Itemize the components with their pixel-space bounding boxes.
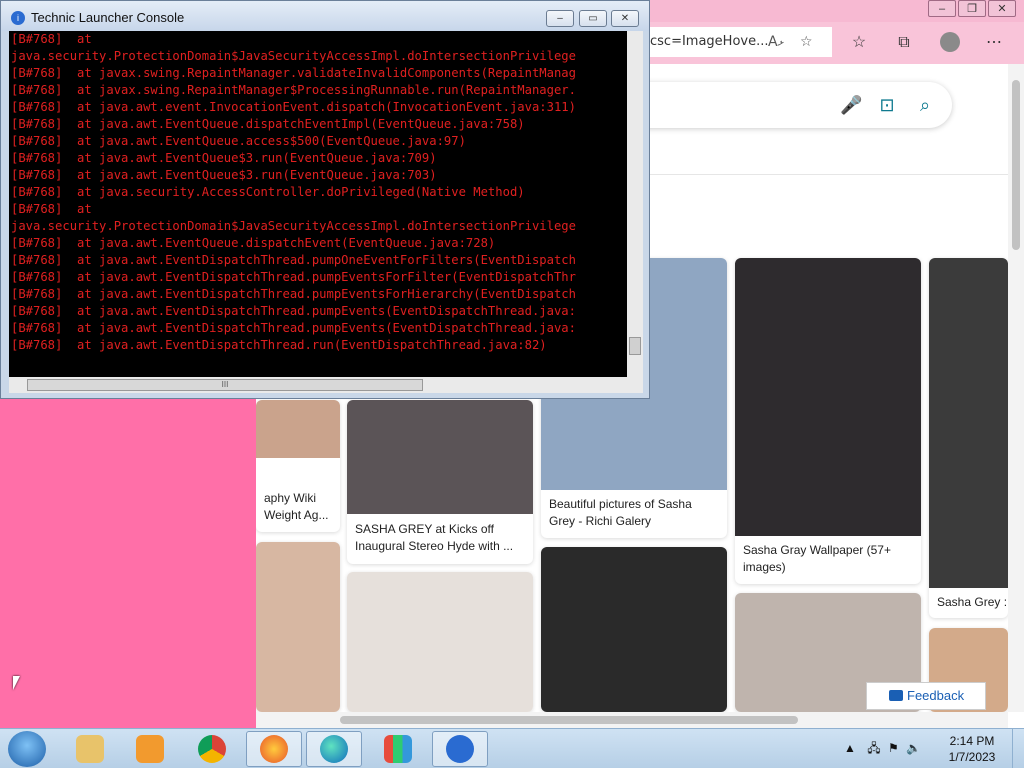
console-vertical-scroll-thumb[interactable] [629,337,641,355]
console-close-button[interactable]: ✕ [611,10,639,27]
result-image [347,572,533,712]
result-caption: aphy Wiki Weight Ag... [264,491,329,522]
console-line: [B#768] at java.awt.EventDispatchThread.… [11,253,576,267]
edge-taskbar-icon[interactable] [306,731,362,767]
result-tile[interactable]: SASHA GREY at Kicks off Inaugural Stereo… [347,400,533,564]
clock[interactable]: 2:14 PM 1/7/2023 [940,733,1004,765]
minimize-button[interactable]: – [928,0,956,17]
console-line: [B#768] at java.awt.EventQueue.dispatchE… [11,117,525,131]
console-line: [B#768] at java.awt.EventQueue.dispatchE… [11,236,496,250]
result-image [256,400,340,458]
console-line: [B#768] at [11,202,92,216]
add-favorite-icon[interactable]: ☆ [800,27,813,57]
console-title: Technic Launcher Console [31,10,185,25]
taskbar: ▲ 🖧 ⚑ 🔈 2:14 PM 1/7/2023 [0,728,1024,768]
technic-launcher-taskbar-icon[interactable] [432,731,488,767]
result-tile[interactable] [256,542,340,712]
console-horizontal-scrollbar[interactable]: III [9,377,643,393]
read-aloud-icon[interactable]: Aޅ [768,27,784,57]
firefox-taskbar-icon[interactable] [246,731,302,767]
feedback-button[interactable]: Feedback [866,682,986,710]
result-image [929,258,1008,588]
result-caption: SASHA GREY at Kicks off Inaugural Stereo… [355,522,514,553]
result-tile[interactable] [541,547,727,712]
page-horizontal-scrollbar[interactable] [256,712,1008,728]
feedback-label: Feedback [907,688,965,703]
horizontal-scroll-thumb[interactable] [340,716,798,724]
result-tile[interactable] [347,572,533,712]
start-button[interactable] [8,731,46,767]
console-title-bar[interactable]: i Technic Launcher Console – ▭ ✕ [1,1,649,31]
console-log-text: [B#768] at java.security.ProtectionDomain… [11,31,623,377]
result-tile[interactable]: Sasha Gray Wallpaper (57+ images) [735,258,921,584]
browser-window-controls: – ❐ ✕ [926,0,1016,17]
result-tile[interactable]: Sasha Grey : [929,258,1008,618]
console-line: [B#768] at java.awt.EventQueue.access$50… [11,134,466,148]
console-window: i Technic Launcher Console – ▭ ✕ [B#768]… [0,0,650,399]
profile-avatar[interactable] [940,32,960,52]
console-line: [B#768] at [11,32,92,46]
network-icon[interactable]: 🖧 [867,741,880,755]
media-player-taskbar-icon[interactable] [122,731,178,767]
console-line: [B#768] at javax.swing.RepaintManager.va… [11,66,576,80]
store-taskbar-icon[interactable] [370,731,426,767]
console-line: [B#768] at java.awt.EventDispatchThread.… [11,270,576,284]
result-image [735,258,921,536]
collections-icon[interactable]: ⧉ [893,32,915,54]
clock-time: 2:14 PM [949,734,995,748]
console-line: [B#768] at java.awt.EventDispatchThread.… [11,304,576,318]
microphone-icon[interactable]: 🎤 [840,94,862,116]
show-desktop-button[interactable] [1012,729,1024,768]
result-image [541,547,727,712]
chrome-taskbar-icon[interactable] [184,731,240,767]
page-vertical-scrollbar[interactable] [1008,64,1024,712]
more-options-icon[interactable]: ⋯ [983,32,1005,54]
technic-logo-icon: i [11,11,25,25]
result-image [347,400,533,514]
console-horizontal-scroll-thumb[interactable]: III [27,379,423,391]
result-caption: Beautiful pictures of Sasha Grey - Richi… [549,497,692,528]
console-line: [B#768] at java.awt.EventQueue$3.run(Eve… [11,151,437,165]
console-line: java.security.ProtectionDomain$JavaSecur… [11,49,576,63]
search-icon[interactable]: ⌕ [914,94,936,116]
result-caption: Sasha Gray Wallpaper (57+ images) [743,543,891,574]
show-hidden-icons-icon[interactable]: ▲ [844,741,856,755]
vertical-scroll-thumb[interactable] [1012,80,1020,250]
console-line: [B#768] at java.awt.EventQueue$3.run(Eve… [11,168,437,182]
clock-date: 1/7/2023 [948,750,996,764]
close-button[interactable]: ✕ [988,0,1016,17]
console-line: [B#768] at java.awt.EventDispatchThread.… [11,287,576,301]
address-text: csc=ImageHove... [650,34,769,49]
mouse-cursor [13,676,20,690]
action-center-icon[interactable]: ⚑ [888,741,899,755]
feedback-icon [889,690,903,701]
console-vertical-scrollbar[interactable] [627,31,643,377]
console-output[interactable]: [B#768] at java.security.ProtectionDomain… [9,31,643,377]
maximize-button[interactable]: ❐ [958,0,986,17]
console-maximize-button[interactable]: ▭ [579,10,607,27]
favorites-icon[interactable]: ☆ [848,32,870,54]
console-line: java.security.ProtectionDomain$JavaSecur… [11,219,576,233]
volume-icon[interactable]: 🔈 [906,741,921,755]
system-tray: ▲ 🖧 ⚑ 🔈 [844,739,921,760]
result-image [256,542,340,712]
desktop-background [0,398,256,728]
visual-search-icon[interactable]: ⊡ [876,94,898,116]
console-minimize-button[interactable]: – [546,10,574,27]
console-line: [B#768] at java.security.AccessControlle… [11,185,525,199]
result-tile[interactable]: aphy Wiki Weight Ag... [256,400,340,532]
console-line: [B#768] at java.awt.event.InvocationEven… [11,100,576,114]
console-line: [B#768] at java.awt.EventDispatchThread.… [11,321,576,335]
console-line: [B#768] at java.awt.EventDispatchThread.… [11,338,547,352]
file-explorer-taskbar-icon[interactable] [62,731,118,767]
result-caption: Sasha Grey : [937,595,1008,609]
console-line: [B#768] at javax.swing.RepaintManager$Pr… [11,83,576,97]
